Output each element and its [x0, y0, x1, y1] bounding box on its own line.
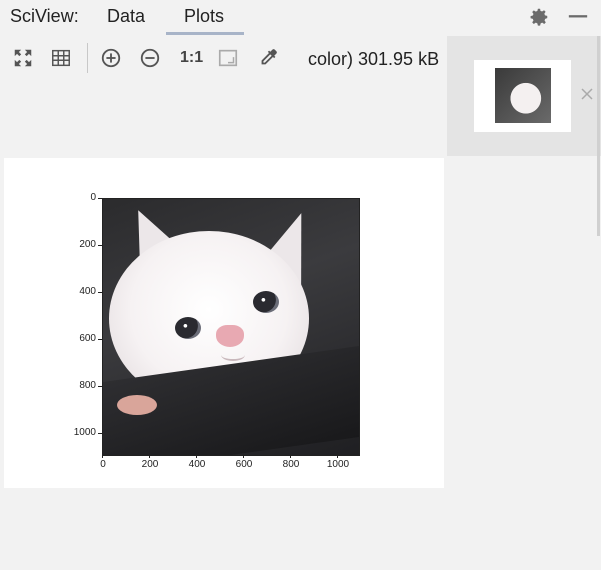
- cat-eye-right: [253, 291, 279, 313]
- y-tick: 800: [56, 380, 102, 391]
- zoom-in-icon[interactable]: [100, 47, 122, 69]
- plot-toolbar: 1:1 color) 301.95 kB: [0, 40, 446, 78]
- image-file-info: color) 301.95 kB: [308, 49, 440, 69]
- grid-icon[interactable]: [50, 47, 72, 69]
- y-tick: 200: [56, 239, 102, 250]
- hand-patch: [117, 395, 157, 415]
- tab-plots[interactable]: Plots: [184, 6, 224, 27]
- x-tick: 800: [271, 454, 311, 470]
- x-tick: 0: [83, 454, 123, 470]
- sciview-title: SciView:: [10, 6, 79, 26]
- scrollbar[interactable]: [597, 36, 600, 236]
- y-tick: 0: [56, 192, 102, 203]
- tab-data[interactable]: Data: [107, 6, 145, 27]
- cat-mouth: [221, 349, 245, 361]
- image-plot: [102, 198, 360, 456]
- plot-canvas: 0 200 400 600 800 1000 0 200 400 600 800…: [4, 158, 444, 488]
- thumbnail-image: [495, 68, 551, 123]
- y-tick: 1000: [56, 427, 102, 438]
- actual-size-icon[interactable]: 1:1: [180, 49, 203, 67]
- x-tick: 1000: [318, 454, 358, 470]
- plot-thumbnail[interactable]: [474, 60, 571, 132]
- cat-eye-left: [175, 317, 201, 339]
- active-tab-indicator: [166, 32, 244, 35]
- y-tick: 400: [56, 286, 102, 297]
- minimize-icon[interactable]: [567, 6, 589, 28]
- x-tick: 600: [224, 454, 264, 470]
- fit-zoom-icon[interactable]: [217, 47, 239, 69]
- zoom-out-icon[interactable]: [139, 47, 161, 69]
- x-tick: 200: [130, 454, 170, 470]
- close-icon[interactable]: [580, 87, 594, 101]
- toolbar-separator: [87, 43, 88, 73]
- sciview-header: SciView: Data Plots: [0, 0, 601, 35]
- plot-thumbnail-panel: [447, 36, 601, 156]
- x-tick: 400: [177, 454, 217, 470]
- y-tick: 600: [56, 333, 102, 344]
- color-picker-icon[interactable]: [257, 47, 279, 69]
- fit-to-window-icon[interactable]: [12, 47, 34, 69]
- gear-icon[interactable]: [528, 6, 550, 28]
- cat-nose: [216, 325, 244, 347]
